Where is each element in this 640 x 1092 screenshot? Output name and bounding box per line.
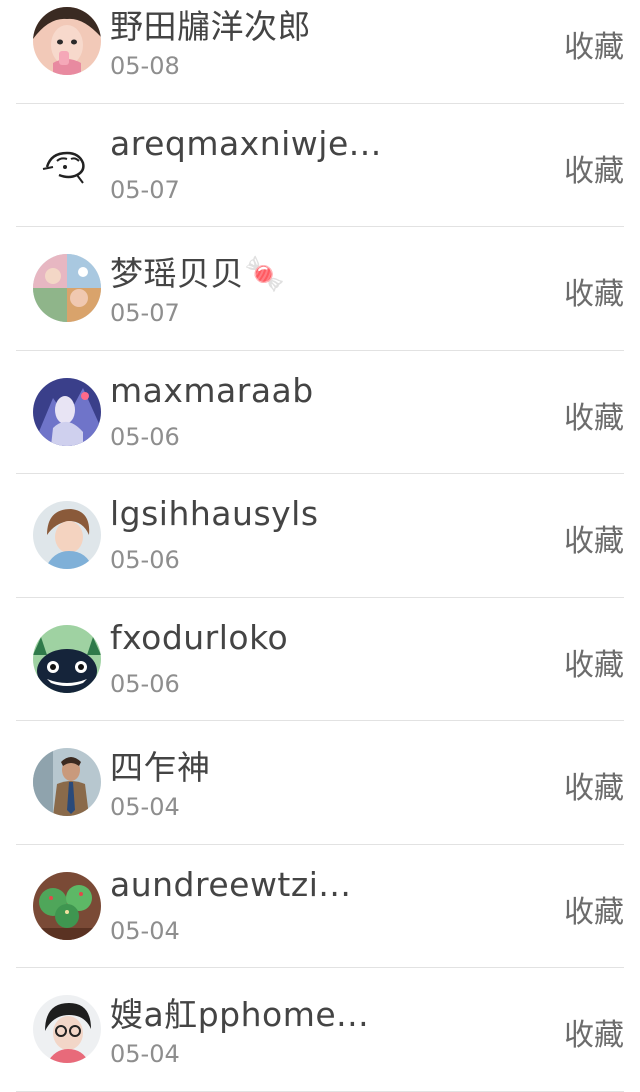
man-in-suit-avatar[interactable] xyxy=(33,748,101,816)
list-item[interactable]: lgsihhausyls 05-06 收藏 xyxy=(16,474,624,598)
follow-date: 05-06 xyxy=(110,669,180,698)
follow-date: 05-04 xyxy=(110,916,180,945)
favorite-button[interactable]: 收藏 xyxy=(564,763,624,807)
follow-date: 05-07 xyxy=(110,299,180,327)
favorite-button[interactable]: 收藏 xyxy=(564,1010,624,1054)
user-name: fxodurloko xyxy=(110,617,289,657)
user-name: 梦瑶贝贝🍬 xyxy=(110,254,286,293)
user-name: areqmaxniwje... xyxy=(110,123,382,163)
sketch-avatar[interactable] xyxy=(33,130,101,199)
favorite-button[interactable]: 收藏 xyxy=(564,640,624,684)
cupcake-avatar[interactable] xyxy=(33,871,101,940)
list-item[interactable]: 梦瑶贝贝🍬 05-07 收藏 xyxy=(16,227,624,351)
user-name: maxmaraab xyxy=(110,370,314,410)
favorite-button[interactable]: 收藏 xyxy=(564,516,624,560)
list-item[interactable]: 野田牖洋次郎 05-08 收藏 xyxy=(16,0,624,104)
favorite-button[interactable]: 收藏 xyxy=(564,393,624,437)
favorite-button[interactable]: 收藏 xyxy=(564,146,624,190)
girl-photo-avatar[interactable] xyxy=(33,7,101,75)
anime-art-avatar[interactable] xyxy=(33,377,101,446)
follow-date: 05-04 xyxy=(110,793,180,821)
follow-date: 05-06 xyxy=(110,422,180,451)
follow-date: 05-04 xyxy=(110,1040,180,1068)
follow-date: 05-06 xyxy=(110,546,180,574)
user-name: 嫂a舡pphome... xyxy=(110,995,370,1034)
follow-date: 05-07 xyxy=(110,175,180,204)
favorite-button[interactable]: 收藏 xyxy=(564,269,624,313)
list-item[interactable]: 四乍神 05-04 收藏 xyxy=(16,721,624,845)
follow-list: 野田牖洋次郎 05-08 收藏 areqmaxniwje... 05-07 收藏 xyxy=(0,0,640,1092)
follow-date: 05-08 xyxy=(110,52,180,80)
favorite-button[interactable]: 收藏 xyxy=(564,887,624,931)
glasses-person-avatar[interactable] xyxy=(33,995,101,1063)
user-name: 野田牖洋次郎 xyxy=(110,7,311,46)
list-item[interactable]: aundreewtzi... 05-04 收藏 xyxy=(16,845,624,968)
favorite-button[interactable]: 收藏 xyxy=(564,22,624,66)
boy-photo-avatar[interactable] xyxy=(33,501,101,569)
totoro-avatar[interactable] xyxy=(33,624,101,693)
list-item[interactable]: fxodurloko 05-06 收藏 xyxy=(16,598,624,721)
user-name: 四乍神 xyxy=(110,748,211,787)
colorful-collage-avatar[interactable] xyxy=(33,254,101,322)
user-name: lgsihhausyls xyxy=(110,494,319,533)
list-item[interactable]: areqmaxniwje... 05-07 收藏 xyxy=(16,104,624,227)
list-item[interactable]: maxmaraab 05-06 收藏 xyxy=(16,351,624,474)
list-item[interactable]: 嫂a舡pphome... 05-04 收藏 xyxy=(16,968,624,1092)
user-name: aundreewtzi... xyxy=(110,864,352,904)
